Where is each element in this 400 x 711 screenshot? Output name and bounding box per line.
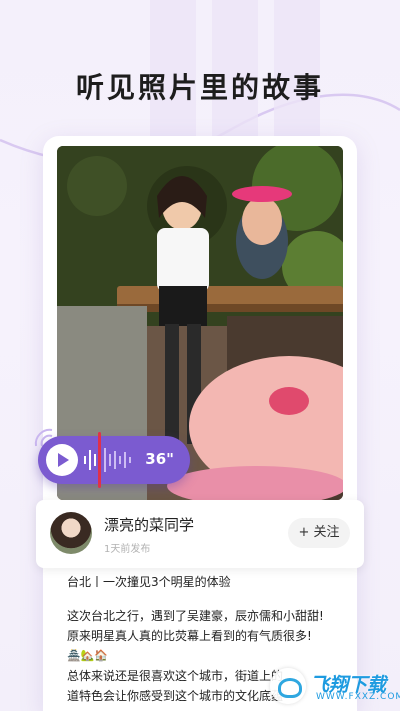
- post-emoji-line: 🏯🏡🏠: [67, 649, 109, 662]
- voice-duration: 36": [145, 450, 174, 468]
- avatar[interactable]: [50, 512, 92, 554]
- watermark-url: WWW.FXXZ.COM: [316, 692, 400, 702]
- post-line: 这次台北之行，遇到了吴建豪，辰亦儒和小甜甜!: [67, 609, 324, 623]
- follow-button[interactable]: + 关注: [288, 518, 350, 548]
- playback-cursor[interactable]: [98, 432, 101, 488]
- voice-player[interactable]: 36": [38, 432, 190, 488]
- play-icon[interactable]: [46, 444, 78, 476]
- author-bar: 漂亮的菜同学 1天前发布 + 关注: [36, 500, 364, 568]
- waveform-icon: [84, 448, 131, 472]
- post-title: 台北丨一次撞见3个明星的体验: [67, 575, 231, 589]
- page-headline: 听见照片里的故事: [75, 71, 324, 104]
- post-time: 1天前发布: [104, 544, 151, 555]
- post-line: 原来明星真人真的比荧幕上看到的有气质很多!: [67, 629, 312, 643]
- author-name[interactable]: 漂亮的菜同学: [104, 514, 194, 535]
- watermark-logo-icon: [270, 668, 306, 704]
